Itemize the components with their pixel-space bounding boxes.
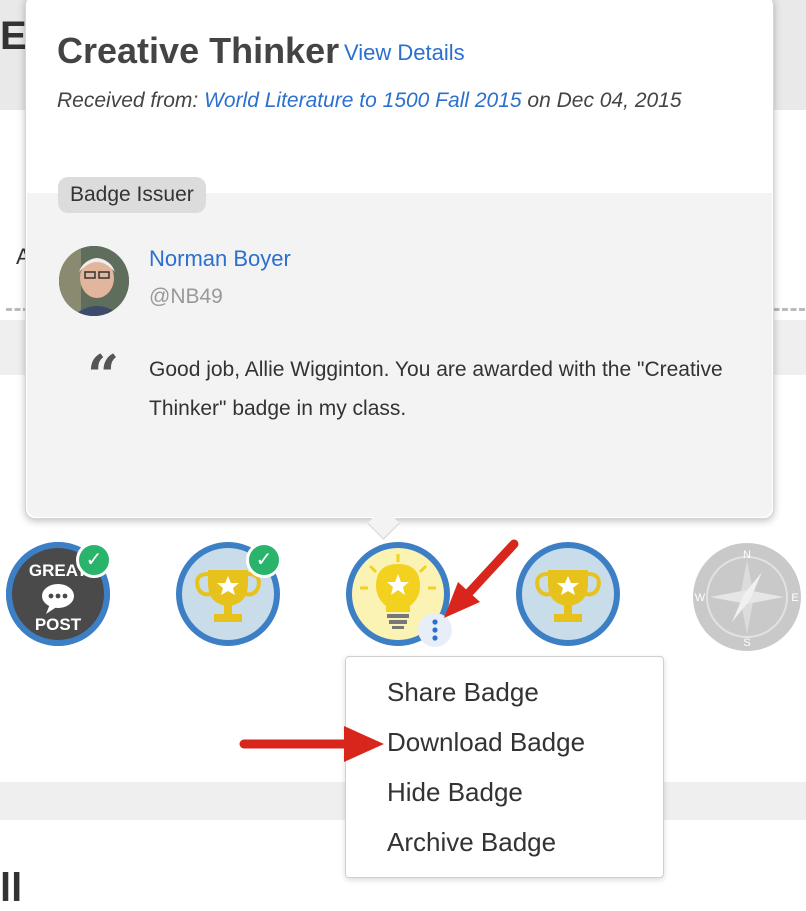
course-link[interactable]: World Literature to 1500 Fall 2015 bbox=[204, 89, 522, 112]
received-prefix: Received from: bbox=[57, 89, 199, 112]
issuer-name-link[interactable]: Norman Boyer bbox=[149, 246, 291, 272]
badge-options-menu: Share Badge Download Badge Hide Badge Ar… bbox=[345, 656, 664, 878]
compass-badge-icon: N S E W bbox=[693, 543, 801, 651]
compass-e-label: E bbox=[791, 592, 798, 604]
menu-item-archive-badge[interactable]: Archive Badge bbox=[387, 827, 556, 858]
compass-w-label: W bbox=[695, 592, 706, 604]
menu-item-download-badge[interactable]: Download Badge bbox=[387, 727, 585, 758]
earned-check-icon: ✓ bbox=[246, 542, 282, 578]
trophy-badge-icon bbox=[516, 542, 620, 646]
view-details-link[interactable]: View Details bbox=[344, 40, 465, 66]
kebab-menu-icon bbox=[432, 619, 438, 641]
badge-issuer-tag: Badge Issuer bbox=[58, 177, 206, 213]
page-heading-fragment: ll bbox=[0, 866, 23, 910]
menu-item-hide-badge[interactable]: Hide Badge bbox=[387, 777, 523, 808]
issuer-message: Good job, Allie Wigginton. You are award… bbox=[149, 358, 723, 420]
great-post-bottom-text: POST bbox=[35, 615, 82, 634]
badge-details-popover: Creative Thinker View Details Received f… bbox=[25, 0, 774, 519]
badge-compass-locked[interactable]: N S E W bbox=[692, 542, 801, 651]
compass-s-label: S bbox=[743, 637, 750, 649]
earned-check-icon: ✓ bbox=[76, 542, 112, 578]
compass-n-label: N bbox=[743, 549, 751, 561]
issuer-handle: @NB49 bbox=[149, 285, 223, 308]
badge-name: Creative Thinker bbox=[57, 30, 340, 71]
received-from-text: Received from: World Literature to 1500 … bbox=[57, 84, 737, 118]
badge-trophy-2[interactable] bbox=[516, 542, 620, 646]
issuer-avatar[interactable] bbox=[59, 246, 129, 316]
menu-item-share-badge[interactable]: Share Badge bbox=[387, 677, 539, 708]
quote-icon: “ bbox=[87, 343, 120, 409]
received-date: on Dec 04, 2015 bbox=[527, 89, 682, 112]
badge-options-button[interactable] bbox=[418, 613, 452, 647]
